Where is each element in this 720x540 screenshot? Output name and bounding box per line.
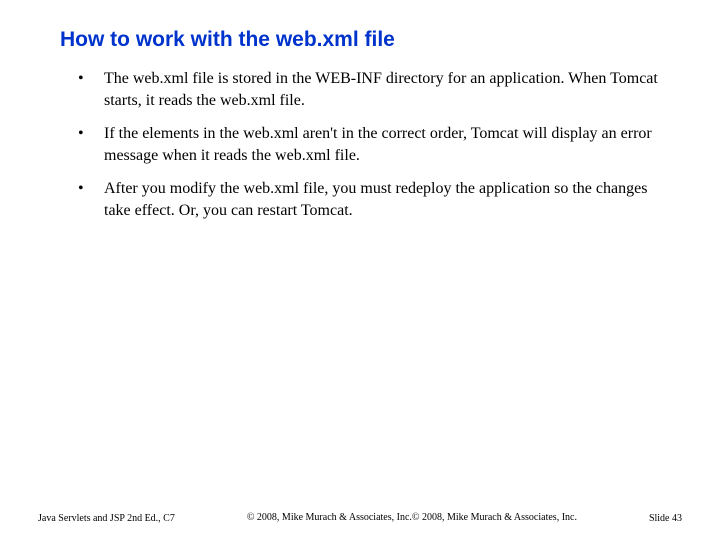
slide: How to work with the web.xml file The we… (0, 0, 720, 540)
footer-right: Slide 43 (649, 513, 682, 524)
list-item: The web.xml file is stored in the WEB-IN… (78, 68, 660, 111)
slide-title: How to work with the web.xml file (60, 28, 660, 52)
footer-center: © 2008, Mike Murach & Associates, Inc.© … (175, 512, 649, 524)
footer: Java Servlets and JSP 2nd Ed., C7 © 2008… (0, 512, 720, 524)
footer-left: Java Servlets and JSP 2nd Ed., C7 (38, 513, 175, 524)
list-item: If the elements in the web.xml aren't in… (78, 123, 660, 166)
bullet-list: The web.xml file is stored in the WEB-IN… (60, 68, 660, 222)
list-item: After you modify the web.xml file, you m… (78, 178, 660, 221)
